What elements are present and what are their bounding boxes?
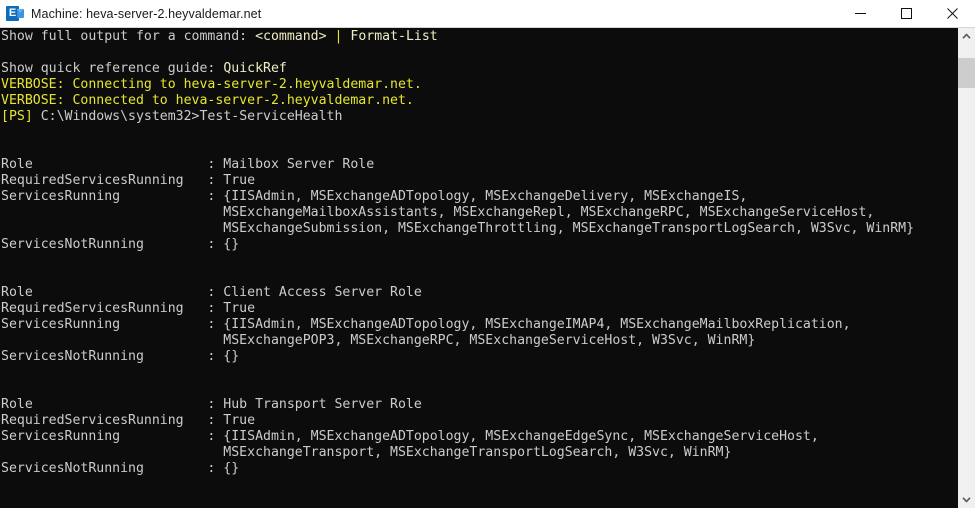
console-line: MSExchangeSubmission, MSExchangeThrottli… <box>1 221 957 237</box>
console-text: ServicesRunning : {IISAdmin, MSExchangeA… <box>1 429 819 444</box>
console-line: [PS] C:\Windows\system32>Test-ServiceHea… <box>1 109 957 125</box>
console-line: ServicesNotRunning : {} <box>1 237 957 253</box>
console-line: ServicesRunning : {IISAdmin, MSExchangeA… <box>1 429 957 445</box>
console-text: Format-List <box>350 29 438 44</box>
console-line: MSExchangeMailboxAssistants, MSExchangeR… <box>1 205 957 221</box>
console-text: QuickRef <box>223 61 287 76</box>
maximize-icon <box>900 8 912 19</box>
scroll-up-arrow[interactable] <box>958 28 975 45</box>
exchange-icon: E <box>6 5 24 23</box>
console-line: RequiredServicesRunning : True <box>1 173 957 189</box>
console-line: MSExchangeTransport, MSExchangeTransport… <box>1 445 957 461</box>
console-text: [PS] <box>1 109 41 124</box>
console-text: ServicesNotRunning : {} <box>1 237 240 252</box>
console-text: Role : Mailbox Server Role <box>1 157 375 172</box>
scrollbar-track[interactable] <box>958 45 975 491</box>
console-line: Role : Hub Transport Server Role <box>1 397 957 413</box>
console-text: MSExchangeMailboxAssistants, MSExchangeR… <box>1 205 875 220</box>
console-line: ServicesRunning : {IISAdmin, MSExchangeA… <box>1 189 957 205</box>
console-text: MSExchangePOP3, MSExchangeRPC, MSExchang… <box>1 333 756 348</box>
terminal-area: Show full output for a command: <command… <box>0 28 975 508</box>
console-line: Show full output for a command: <command… <box>1 29 957 45</box>
exchange-management-shell-window: E Machine: heva-server-2.heyvaldemar.net <box>0 0 975 508</box>
console-line: VERBOSE: Connecting to heva-server-2.hey… <box>1 77 957 93</box>
window-controls <box>837 0 975 27</box>
console-text: Role : Hub Transport Server Role <box>1 397 422 412</box>
console-text: ServicesNotRunning : {} <box>1 461 240 476</box>
console-text: MSExchangeSubmission, MSExchangeThrottli… <box>1 221 915 236</box>
chevron-up-icon <box>962 33 971 39</box>
console-line: ServicesNotRunning : {} <box>1 349 957 365</box>
console-text: Show quick reference guide: <box>1 61 224 76</box>
console-line: RequiredServicesRunning : True <box>1 413 957 429</box>
console-text: ServicesRunning : {IISAdmin, MSExchangeA… <box>1 317 851 332</box>
minimize-icon <box>854 13 866 14</box>
console-text: VERBOSE: Connected to heva-server-2.heyv… <box>1 93 414 108</box>
console-line: Show quick reference guide: QuickRef <box>1 61 957 77</box>
console-text: ServicesNotRunning : {} <box>1 349 240 364</box>
console-text: RequiredServicesRunning : True <box>1 173 256 188</box>
console-line: Role : Client Access Server Role <box>1 285 957 301</box>
console-text: <command> <box>255 29 327 44</box>
vertical-scrollbar[interactable] <box>957 28 975 508</box>
window-title: Machine: heva-server-2.heyvaldemar.net <box>31 6 262 21</box>
chevron-down-icon <box>962 497 971 503</box>
scroll-down-arrow[interactable] <box>958 491 975 508</box>
scrollbar-thumb[interactable] <box>958 58 975 88</box>
close-icon <box>946 8 958 19</box>
console-text: ServicesRunning : {IISAdmin, MSExchangeA… <box>1 189 748 204</box>
console-line: ServicesNotRunning : {} <box>1 461 957 477</box>
console-line: MSExchangePOP3, MSExchangeRPC, MSExchang… <box>1 333 957 349</box>
console-text: RequiredServicesRunning : True <box>1 301 256 316</box>
console-line: ServicesRunning : {IISAdmin, MSExchangeA… <box>1 317 957 333</box>
minimize-button[interactable] <box>837 0 883 27</box>
console-text: MSExchangeTransport, MSExchangeTransport… <box>1 445 732 460</box>
title-bar[interactable]: E Machine: heva-server-2.heyvaldemar.net <box>0 0 975 28</box>
console-text: Show full output for a command: <box>1 29 256 44</box>
console-text: C:\Windows\system32>Test-ServiceHealth <box>40 109 343 124</box>
console-text: RequiredServicesRunning : True <box>1 413 256 428</box>
console-text: Role : Client Access Server Role <box>1 285 422 300</box>
maximize-button[interactable] <box>883 0 929 27</box>
console-text: VERBOSE: Connecting to heva-server-2.hey… <box>1 77 422 92</box>
close-button[interactable] <box>929 0 975 27</box>
console-line: Role : Mailbox Server Role <box>1 157 957 173</box>
console-output[interactable]: Show full output for a command: <command… <box>0 28 957 508</box>
console-line: VERBOSE: Connected to heva-server-2.heyv… <box>1 93 957 109</box>
console-line: RequiredServicesRunning : True <box>1 301 957 317</box>
